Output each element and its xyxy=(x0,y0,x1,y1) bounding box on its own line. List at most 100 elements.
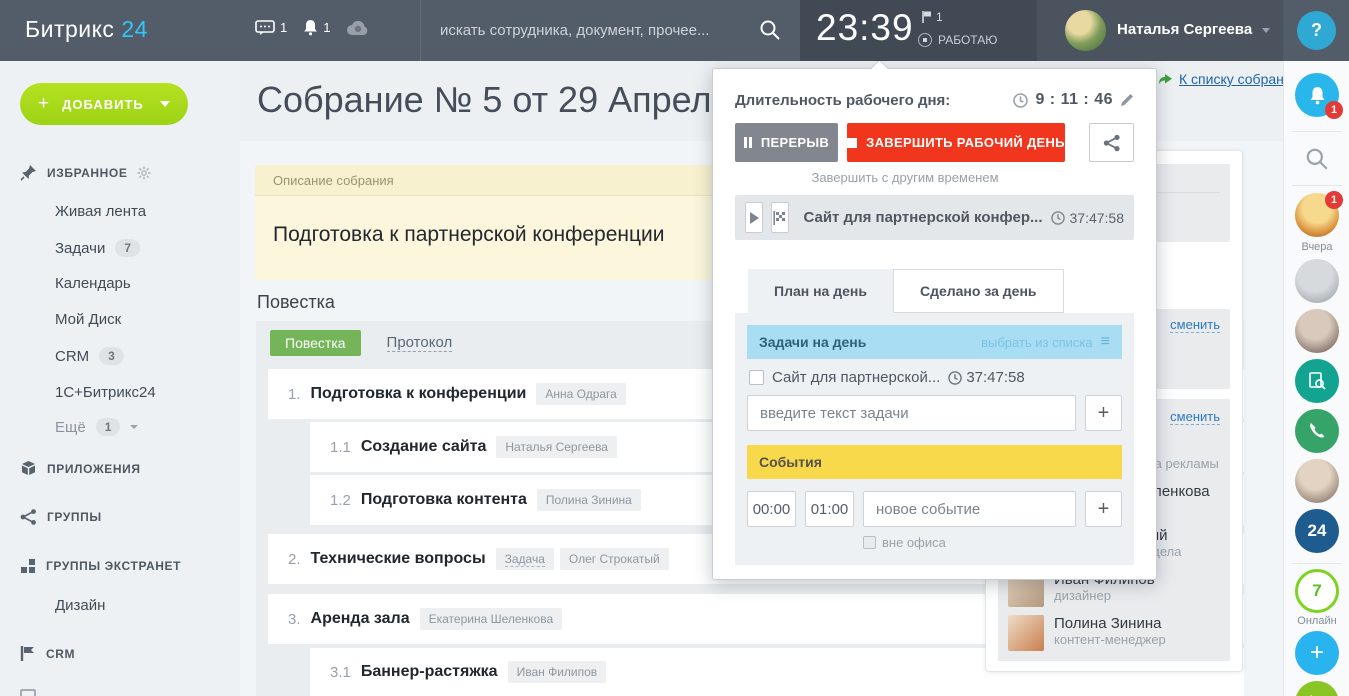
working-status-icon xyxy=(918,33,932,47)
messenger-button[interactable]: 1 xyxy=(255,20,287,36)
search-icon[interactable] xyxy=(758,18,782,47)
item-title: Технические вопросы xyxy=(311,550,486,568)
sidebar-section-favorites[interactable]: ИЗБРАННОЕ xyxy=(20,164,151,181)
chevron-down-icon xyxy=(130,425,138,429)
item-label: Живая лента xyxy=(55,203,146,220)
chat-contact-avatar[interactable] xyxy=(1295,459,1339,503)
finish-other-time-link[interactable]: Завершить с другим временем xyxy=(735,170,1075,185)
tab-plan-for-day[interactable]: План на день xyxy=(748,269,893,313)
task-checkbox[interactable] xyxy=(749,370,764,385)
cloud-icon xyxy=(346,20,370,36)
tasks-counter-badge: 7 xyxy=(115,239,140,257)
online-users-button[interactable]: 7 xyxy=(1295,569,1339,613)
sidebar-section-partial[interactable] xyxy=(20,689,36,696)
bell-icon xyxy=(303,19,318,36)
notifications-button[interactable]: 1 xyxy=(303,19,330,36)
section-label: CRM xyxy=(46,647,75,661)
share-button[interactable] xyxy=(1089,123,1134,162)
sidebar-item-live-feed[interactable]: Живая лента xyxy=(55,203,146,220)
item-label: CRM xyxy=(55,348,89,365)
sidebar-section-applications[interactable]: ПРИЛОЖЕНИЯ xyxy=(20,460,141,477)
crm-flag-icon xyxy=(20,646,36,661)
responsible-badge[interactable]: Наталья Сергеева xyxy=(496,436,617,458)
member-row[interactable]: Полина Зинина контент-менеджер xyxy=(998,611,1230,655)
notifications-count: 1 xyxy=(323,20,330,35)
gear-icon[interactable] xyxy=(137,166,151,180)
call-contact-button[interactable] xyxy=(1295,409,1339,453)
task-label[interactable]: Сайт для партнерской... xyxy=(772,369,940,386)
sidebar-item-1c-bitrix24[interactable]: 1С+Битрикс24 xyxy=(55,384,156,401)
current-task-title[interactable]: Сайт для партнерской конфер... xyxy=(803,209,1042,226)
user-menu[interactable]: Наталья Сергеева xyxy=(1037,0,1283,61)
play-task-button[interactable] xyxy=(745,202,763,233)
search-icon xyxy=(1304,146,1330,172)
responsible-badge[interactable]: Екатерина Шеленкова xyxy=(420,608,563,630)
item-title: Создание сайта xyxy=(361,438,487,456)
help-button[interactable]: ? xyxy=(1297,11,1336,50)
edit-pencil-icon[interactable] xyxy=(1120,93,1134,107)
finish-workday-button[interactable]: ЗАВЕРШИТЬ РАБОЧИЙ ДЕНЬ xyxy=(847,123,1065,162)
chevron-down-icon xyxy=(160,101,170,107)
reply-arrow-icon xyxy=(1158,73,1173,85)
back-to-meetings-link[interactable]: К списку собраний xyxy=(1158,71,1300,87)
sidebar-item-design-group[interactable]: Дизайн xyxy=(55,597,105,614)
clock-icon xyxy=(1051,211,1065,225)
global-search[interactable]: искать сотрудника, документ, прочее... xyxy=(420,0,800,61)
sidebar-item-crm[interactable]: CRM3 xyxy=(55,347,124,365)
bitrix24-app: Битрикс 24 1 1 искать сотрудника, докуме… xyxy=(0,0,1349,696)
task-link-badge[interactable]: Задача xyxy=(496,548,554,570)
item-number: 2. xyxy=(288,551,301,568)
sidebar-section-extranet-groups[interactable]: ГРУППЫ ЭКСТРАНЕТ xyxy=(20,558,181,574)
user-avatar[interactable] xyxy=(1065,10,1106,51)
sidebar-section-crm[interactable]: CRM xyxy=(20,646,75,661)
notifications-bell-button[interactable]: 1 xyxy=(1295,73,1339,117)
new-event-input[interactable] xyxy=(863,491,1076,527)
telephony-button[interactable] xyxy=(1295,681,1339,696)
tab-agenda[interactable]: Повестка xyxy=(270,330,361,356)
add-task-button[interactable]: + xyxy=(1085,395,1122,431)
event-start-time-input[interactable] xyxy=(747,491,796,527)
choose-from-list-link[interactable]: выбрать из списка ≡ xyxy=(981,333,1110,351)
divider xyxy=(1292,131,1342,132)
duration-label: Длительность рабочего дня: xyxy=(735,92,950,109)
responsible-badge[interactable]: Олег Строкатый xyxy=(560,548,669,570)
new-task-input[interactable] xyxy=(747,395,1076,431)
chat-contact-avatar[interactable] xyxy=(1295,259,1339,303)
responsible-badge[interactable]: Полина Зинина xyxy=(537,489,641,511)
worktime-clock-button[interactable]: 23:39 1 РАБОТАЮ xyxy=(800,0,1037,61)
sidebar-item-more[interactable]: Ещё1 xyxy=(55,418,138,436)
responsible-badge[interactable]: Анна Одрага xyxy=(536,383,625,405)
item-number: 3. xyxy=(288,611,301,628)
add-event-button[interactable]: + xyxy=(1085,491,1122,527)
invite-users-button[interactable]: + xyxy=(1295,631,1339,675)
current-task-bar: Сайт для партнерской конфер... 37:47:58 xyxy=(735,195,1134,240)
item-label: Дизайн xyxy=(55,597,105,614)
rail-search-button[interactable] xyxy=(1295,137,1339,181)
sidebar-item-tasks[interactable]: Задачи 7 xyxy=(55,239,140,257)
cloud-button[interactable] xyxy=(346,20,370,36)
bitrix24-network-button[interactable]: 24 xyxy=(1295,509,1339,553)
tab-done-for-day[interactable]: Сделано за день xyxy=(893,269,1064,313)
break-button[interactable]: ПЕРЕРЫВ xyxy=(735,123,838,162)
app-logo[interactable]: Битрикс 24 xyxy=(25,16,148,43)
change-members-link[interactable]: сменить xyxy=(1170,409,1220,425)
add-button-label: ДОБАВИТЬ xyxy=(62,97,144,112)
sidebar-section-groups[interactable]: ГРУППЫ xyxy=(20,509,102,525)
tab-protocol[interactable]: Протокол xyxy=(387,334,453,352)
sidebar-item-my-disk[interactable]: Мой Диск xyxy=(55,311,121,328)
checkered-flag-icon xyxy=(773,211,787,225)
responsible-badge[interactable]: Иван Филипов xyxy=(508,661,607,683)
chat-contact-marta[interactable]: 1 xyxy=(1295,193,1339,237)
add-button[interactable]: + ДОБАВИТЬ xyxy=(20,83,188,125)
item-label: Задачи xyxy=(55,240,105,257)
member-name[interactable]: Полина Зинина xyxy=(1054,615,1166,632)
document-search-button[interactable] xyxy=(1295,359,1339,403)
chat-icon xyxy=(255,20,275,36)
chat-contact-avatar[interactable] xyxy=(1295,309,1339,353)
finish-task-button[interactable] xyxy=(771,202,789,233)
sidebar-item-calendar[interactable]: Календарь xyxy=(55,275,131,292)
out-of-office-checkbox[interactable] xyxy=(863,536,876,549)
event-end-time-input[interactable] xyxy=(805,491,854,527)
change-secretary-link[interactable]: сменить xyxy=(1170,317,1220,333)
extranet-blocks-icon xyxy=(20,558,36,574)
